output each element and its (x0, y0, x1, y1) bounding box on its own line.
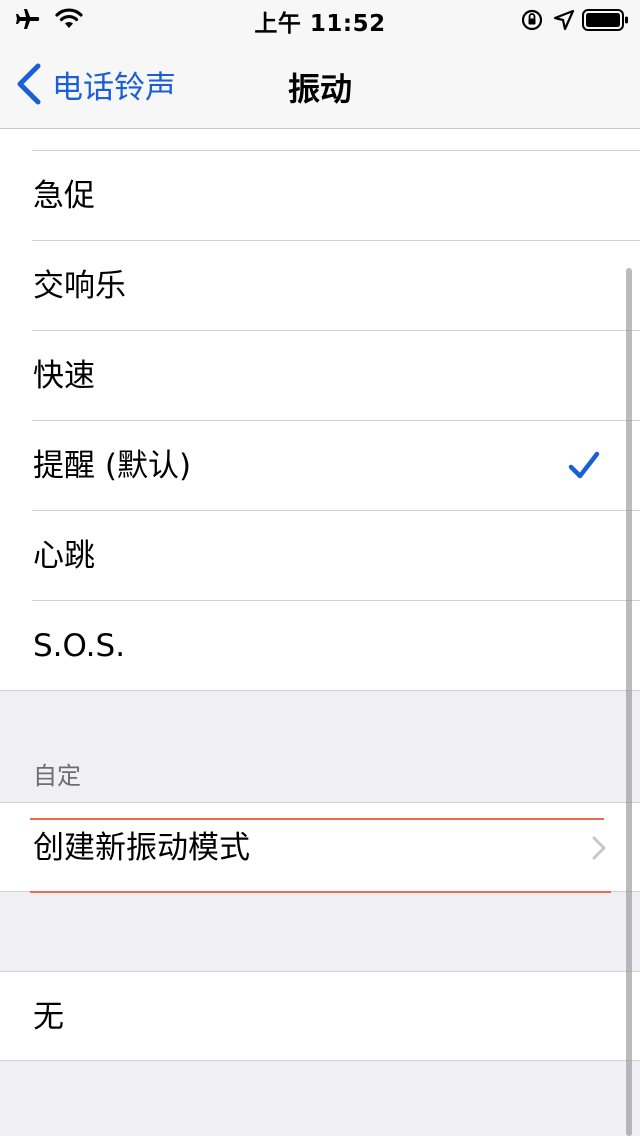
status-time: 上午 11:52 (254, 11, 386, 37)
chevron-right-icon (592, 836, 606, 860)
group-bottom-border (0, 1060, 640, 1061)
status-bar: 上午 11:52 (0, 0, 640, 40)
vibration-label: S.O.S. (33, 628, 126, 664)
create-new-vibration-row[interactable]: 创建新振动模式 (0, 803, 640, 891)
vibration-label: 交响乐 (33, 268, 126, 304)
standard-vibrations-list: 急促 交响乐 快速 提醒 (默认) 心跳 S.O.S. (0, 129, 640, 690)
list-item-none[interactable]: 无 (0, 972, 640, 1060)
create-new-vibration-label: 创建新振动模式 (33, 830, 250, 866)
vibration-label: 提醒 (默认) (33, 448, 192, 484)
vibration-label: 快速 (33, 358, 95, 394)
list-item-selected[interactable]: 提醒 (默认) (0, 421, 640, 511)
highlight-annotation-bottom (30, 891, 611, 893)
custom-vibrations-list: 创建新振动模式 (0, 803, 640, 891)
checkmark-icon (568, 451, 600, 479)
battery-icon (582, 9, 628, 31)
list-item[interactable]: 急促 (0, 151, 640, 241)
vibration-label: 心跳 (33, 538, 95, 574)
highlight-annotation-top (30, 818, 604, 820)
list-item[interactable]: 交响乐 (0, 241, 640, 331)
scrollbar[interactable] (626, 268, 632, 1136)
vibration-label: 急促 (33, 178, 95, 214)
list-item[interactable]: 快速 (0, 331, 640, 421)
list-item[interactable]: S.O.S. (0, 601, 640, 691)
location-icon (553, 9, 575, 31)
section-header-custom: 自定 (33, 762, 81, 790)
navigation-bar: 电话铃声 振动 (0, 40, 640, 129)
list-item[interactable]: 心跳 (0, 511, 640, 601)
group-bottom-border (0, 690, 640, 691)
orientation-lock-icon (521, 9, 543, 31)
page-title: 振动 (287, 70, 352, 108)
none-label: 无 (33, 999, 64, 1035)
none-option-list: 无 (0, 972, 640, 1060)
